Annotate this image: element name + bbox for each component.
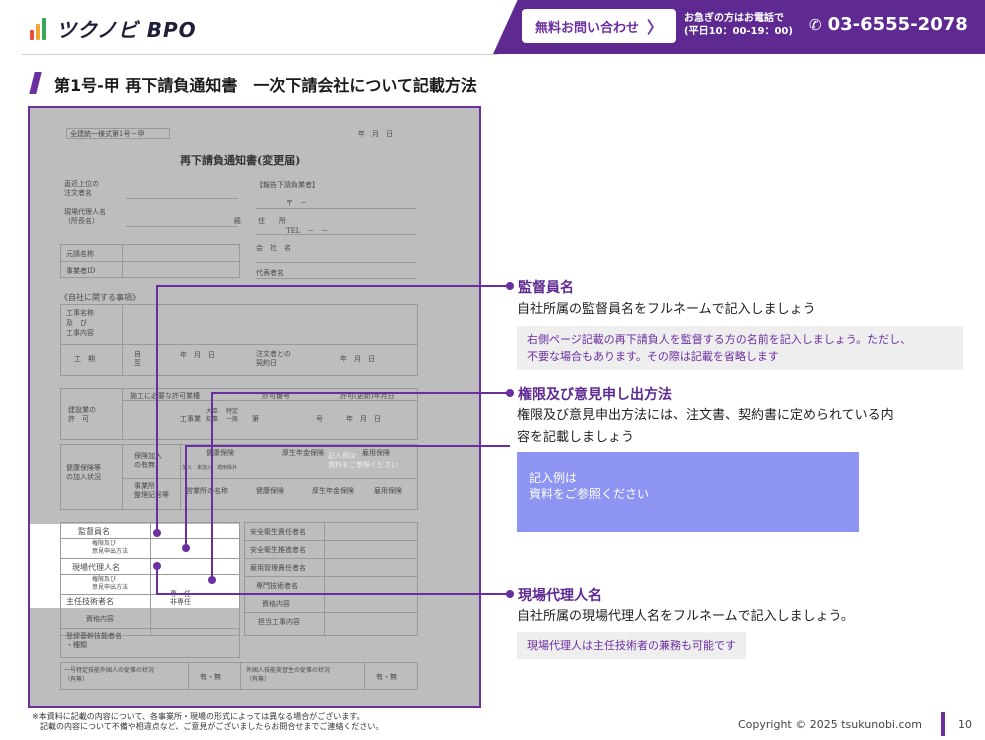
form-construction-license: 建設業の 許 可 bbox=[68, 406, 96, 423]
form-gou: 号 bbox=[316, 415, 323, 423]
form-employment-manager: 雇用管理責任者名 bbox=[250, 564, 306, 572]
site-agent-annotation-title: 現場代理人名 bbox=[518, 588, 602, 604]
chevron-right-icon: 〉 bbox=[647, 18, 664, 37]
logo[interactable]: ツクノビ BPO bbox=[30, 14, 197, 43]
form-office-health: 健康保険 bbox=[256, 487, 284, 495]
page-number-accent bbox=[941, 712, 945, 736]
form-site-agent: 現場代理人名 bbox=[72, 563, 120, 572]
copyright: Copyright © 2025 tsukunobi.com bbox=[738, 718, 922, 731]
form-stamp-text: 記入例は 資料をご参照ください bbox=[328, 452, 398, 469]
form-special: 特定 一般 bbox=[226, 408, 239, 423]
logo-bars-icon bbox=[30, 17, 48, 40]
form-kouji: 工事業 bbox=[180, 415, 201, 423]
form-core-engineer: 登録基幹技能者名 ・種類 bbox=[66, 632, 122, 649]
form-contract-ymd: 年 月 日 bbox=[340, 355, 375, 363]
form-top-label: 全建統一様式第1号－甲 bbox=[70, 130, 145, 138]
form-qualification: 資格内容 bbox=[86, 615, 114, 623]
authority-example-box: 記入例は 資料をご参照ください bbox=[517, 452, 859, 532]
free-inquiry-button[interactable]: 無料お問い合わせ 〉 bbox=[522, 9, 676, 43]
phone-link[interactable]: ✆ 03-6555-2078 bbox=[809, 14, 968, 35]
phone-number: 03-6555-2078 bbox=[827, 14, 968, 35]
form-yes-no-2: 有・無 bbox=[376, 673, 397, 681]
supervisor-annotation-desc: 自社所属の監督員名をフルネームで記入しましょう bbox=[517, 302, 816, 317]
form-office-label: 事業所 整理記号等 bbox=[134, 482, 169, 499]
form-enroll-options: 加入 未加入 適用除外 bbox=[182, 465, 238, 471]
form-permit-ymd: 年 月 日 bbox=[346, 415, 381, 423]
form-foreign-specified: 一号特定技能外国人の従事の状況 （有無） bbox=[64, 667, 155, 683]
form-assigned-work: 担当工事内容 bbox=[258, 618, 300, 626]
free-inquiry-label: 無料お問い合わせ bbox=[534, 20, 639, 36]
form-safety-manager: 安全衛生責任者名 bbox=[250, 528, 306, 536]
site-agent-annotation-note: 現場代理人は主任技術者の兼務も可能です bbox=[517, 632, 746, 659]
form-insurance-status: 健康保険等 の加入状況 bbox=[66, 464, 101, 481]
form-contract-date: 注文者との 契約日 bbox=[256, 350, 291, 367]
header-divider bbox=[22, 54, 498, 55]
form-address: 住 所 bbox=[258, 217, 286, 225]
form-period-ymd: 年 月 日 bbox=[180, 351, 215, 359]
authority-annotation-title: 権限及び意見申し出方法 bbox=[518, 387, 672, 403]
form-own-company-header: 《自社に関する事項》 bbox=[60, 293, 140, 302]
form-chief-engineer: 主任技術者名 bbox=[66, 597, 114, 606]
form-report-label: 【報告下請負業者】 bbox=[256, 181, 319, 189]
form-company-name: 会 社 名 bbox=[256, 244, 291, 252]
form-health: 健康保険 bbox=[206, 449, 234, 457]
form-permit-no: 許可番号 bbox=[262, 392, 290, 400]
form-license-header: 施工に必要な許可業種 bbox=[130, 392, 200, 400]
supervisor-end-dot bbox=[506, 282, 514, 290]
form-date: 年 月 日 bbox=[358, 130, 393, 138]
supervisor-annotation-note: 右側ページ記載の再下請負人を監督する方の名前を記入しましょう。ただし、 不要な場… bbox=[517, 326, 963, 370]
site-agent-end-dot bbox=[506, 590, 514, 598]
supervisor-annotation-title: 監督員名 bbox=[518, 280, 574, 296]
form-business-id: 事業者ID bbox=[66, 267, 96, 275]
phone-note-line2: (平日10：00-19：00) bbox=[684, 26, 793, 37]
form-work-name: 工事名称 及 び 工事内容 bbox=[66, 309, 94, 337]
footnote-line1: ※本資料に記載の内容について、各事業所・現場の形式によっては異なる場合がございま… bbox=[32, 712, 365, 721]
form-dai: 第 bbox=[252, 415, 259, 423]
form-office-pension: 厚生年金保険 bbox=[312, 487, 354, 495]
form-safety-promoter: 安全衛生推進者名 bbox=[250, 546, 306, 554]
form-supervisor: 監督員名 bbox=[78, 527, 110, 536]
authority-end-dot bbox=[506, 389, 514, 397]
form-zip: 〒 － bbox=[286, 199, 307, 207]
logo-text: ツクノビ BPO bbox=[56, 18, 197, 42]
page-number: 10 bbox=[958, 718, 972, 731]
form-specialist-engineer: 専門技術者名 bbox=[256, 582, 298, 590]
form-qualification2: 資格内容 bbox=[262, 600, 290, 608]
form-doc-title: 再下請負通知書(変更届) bbox=[180, 154, 301, 167]
form-period: 工 期 bbox=[74, 355, 95, 363]
form-representative: 代表者名 bbox=[256, 269, 284, 277]
form-site-agent-name: 現場代理人名 （所長名） bbox=[64, 208, 106, 225]
form-prime-name: 元請名称 bbox=[66, 250, 94, 258]
phone-note-line1: お急ぎの方はお電話で bbox=[684, 13, 784, 24]
form-yes-no-1: 有・無 bbox=[200, 673, 221, 681]
form-from-to: 自 至 bbox=[134, 350, 141, 367]
phone-icon: ✆ bbox=[809, 15, 822, 34]
form-authority2: 権限及び 意見申出方法 bbox=[92, 576, 129, 591]
form-dono: 殿 bbox=[234, 217, 241, 225]
footnote: ※本資料に記載の内容について、各事業所・現場の形式によっては異なる場合がございま… bbox=[32, 712, 383, 732]
footnote-line2: 記載の内容について不備や相違点など、ご意見がございましたらお問合せまでご連絡くだ… bbox=[32, 722, 384, 731]
title-accent-bar bbox=[29, 72, 42, 94]
phone-hours-note: お急ぎの方はお電話で (平日10：00-19：00) bbox=[684, 12, 793, 38]
form-office-employment: 雇用保険 bbox=[374, 487, 402, 495]
form-insurance-enroll: 保険加入 の有無 bbox=[134, 452, 162, 469]
form-office-name: 営業所の名称 bbox=[186, 487, 228, 495]
form-full-time: 専 任 非専任 bbox=[170, 590, 191, 606]
page-title: 第1号-甲 再下請負通知書 一次下請会社について記載方法 bbox=[54, 76, 477, 95]
form-minister: 大臣 知事 bbox=[206, 408, 219, 423]
form-authority1: 権限及び 意見申出方法 bbox=[92, 540, 129, 555]
form-permit-date: 許可(更新)年月日 bbox=[340, 392, 395, 400]
subcontract-notice-form-image: 全建統一様式第1号－甲 年 月 日 再下請負通知書(変更届) 直近上位の 注文者… bbox=[28, 106, 481, 708]
form-upper-orderer: 直近上位の 注文者名 bbox=[64, 180, 99, 197]
form-foreign-trainee: 外国人技能実習生の従事の状況 （有無） bbox=[246, 667, 331, 683]
authority-annotation-desc: 権限及び意見申出方法には、注文書、契約書に定められている内 容を記載しましょう bbox=[517, 408, 894, 445]
form-pension: 厚生年金保険 bbox=[282, 449, 324, 457]
site-agent-annotation-desc: 自社所属の現場代理人名をフルネームで記入しましょう。 bbox=[517, 609, 854, 624]
